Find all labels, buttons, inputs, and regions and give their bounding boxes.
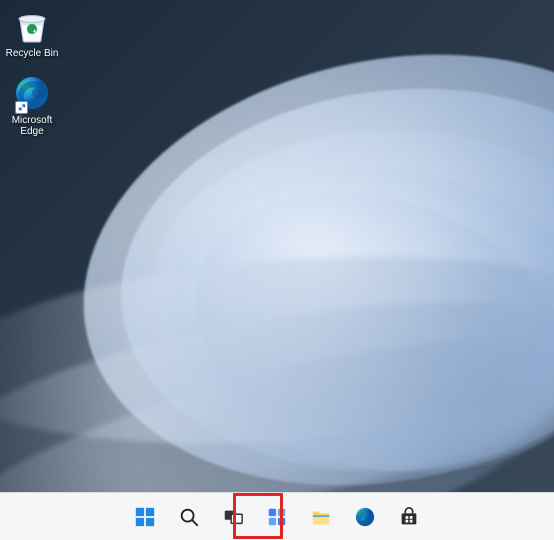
- edge-icon: [354, 506, 376, 528]
- desktop-icons-area: Recycle Bin Microsoft Edge: [0, 4, 64, 139]
- search-button[interactable]: [169, 497, 209, 537]
- desktop-icon-label: Recycle Bin: [6, 48, 59, 59]
- shortcut-overlay-icon: [15, 101, 28, 114]
- search-icon: [178, 506, 200, 528]
- store-button[interactable]: [389, 497, 429, 537]
- edge-button[interactable]: [345, 497, 385, 537]
- task-view-button[interactable]: [213, 497, 253, 537]
- folder-icon: [310, 506, 332, 528]
- desktop-icon-recycle-bin[interactable]: Recycle Bin: [0, 4, 64, 61]
- desktop-icon-label: Microsoft Edge: [2, 115, 62, 137]
- desktop-wallpaper: [0, 0, 554, 492]
- recycle-bin-icon: [12, 6, 52, 46]
- widgets-icon: [266, 506, 288, 528]
- desktop-icon-microsoft-edge[interactable]: Microsoft Edge: [0, 71, 64, 139]
- store-icon: [398, 506, 420, 528]
- taskbar: [0, 492, 554, 540]
- windows-logo-icon: [134, 506, 156, 528]
- widgets-button[interactable]: [257, 497, 297, 537]
- file-explorer-button[interactable]: [301, 497, 341, 537]
- task-view-icon: [222, 506, 244, 528]
- start-button[interactable]: [125, 497, 165, 537]
